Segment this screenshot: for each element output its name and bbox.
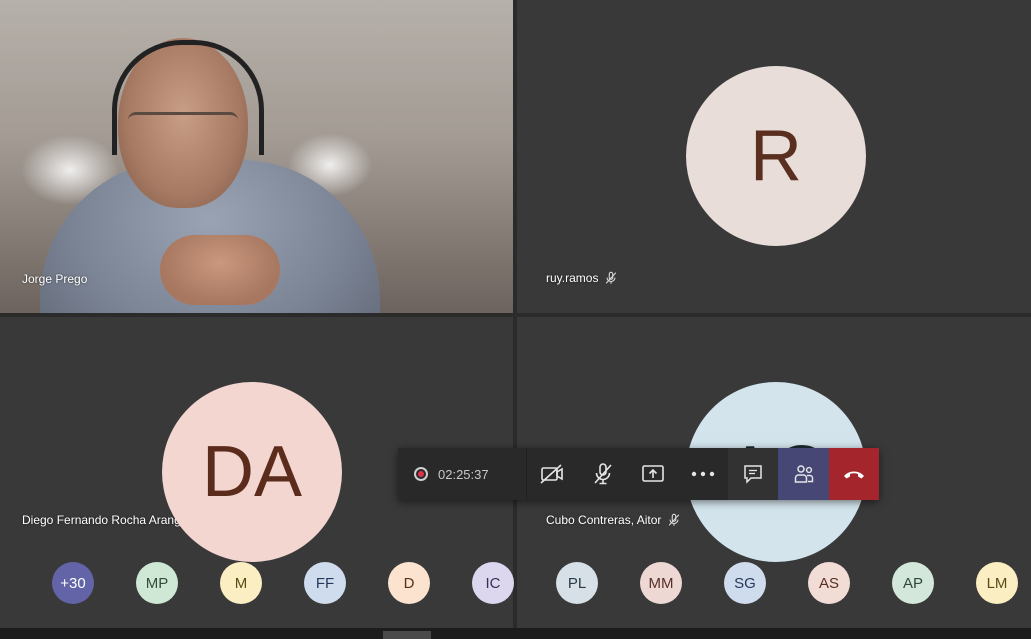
participant-avatar[interactable]: FF xyxy=(304,562,346,604)
participant-avatar[interactable]: SG xyxy=(724,562,766,604)
recording-status: 02:25:37 xyxy=(398,448,528,500)
participants-button[interactable] xyxy=(778,448,829,500)
participant-avatar[interactable]: AS xyxy=(808,562,850,604)
share-tray-icon xyxy=(641,465,664,482)
more-options-button[interactable] xyxy=(678,448,728,500)
participant-avatar[interactable]: MP xyxy=(136,562,178,604)
call-timer: 02:25:37 xyxy=(438,466,489,482)
avatar-diego-rocha: DA xyxy=(162,382,342,562)
participant-name: Cubo Contreras, Aitor xyxy=(546,513,662,527)
mic-toggle-button[interactable] xyxy=(577,448,627,500)
participant-avatar[interactable]: MM xyxy=(640,562,682,604)
participant-name: Diego Fernando Rocha Arango xyxy=(22,513,188,527)
scroll-thumb[interactable] xyxy=(383,631,431,639)
recording-icon xyxy=(414,467,428,481)
participant-name: Jorge Prego xyxy=(22,272,88,286)
bottom-bar xyxy=(0,628,1031,639)
participant-name-label: Cubo Contreras, Aitor xyxy=(546,513,681,527)
participant-name-label: ruy.ramos xyxy=(546,271,618,285)
hang-up-button[interactable] xyxy=(828,448,879,500)
camera-toggle-button[interactable] xyxy=(527,448,577,500)
participant-avatar[interactable]: D xyxy=(388,562,430,604)
mic-off-icon xyxy=(593,463,612,485)
participant-name-label: Jorge Prego xyxy=(22,272,87,286)
mic-off-icon xyxy=(669,513,680,526)
chat-button[interactable] xyxy=(728,448,779,500)
video-tile-jorge-prego[interactable]: Jorge Prego xyxy=(0,0,513,313)
participant-avatar[interactable]: AP xyxy=(892,562,934,604)
chat-icon xyxy=(744,465,763,484)
more-icon xyxy=(691,471,715,477)
mic-off-icon xyxy=(606,271,617,284)
call-controls-bar: 02:25:37 xyxy=(398,448,879,500)
share-screen-button[interactable] xyxy=(628,448,678,500)
people-icon xyxy=(794,465,813,483)
hang-up-icon xyxy=(843,471,864,479)
camera-off-icon xyxy=(540,464,564,484)
participant-avatar[interactable]: PL xyxy=(556,562,598,604)
participant-name: ruy.ramos xyxy=(546,271,599,285)
glasses-shape xyxy=(128,112,238,137)
participant-avatar[interactable]: LM xyxy=(976,562,1018,604)
participant-avatar[interactable]: M xyxy=(220,562,262,604)
more-participants-badge[interactable]: +30 xyxy=(52,562,94,604)
participant-avatar[interactable]: IC xyxy=(472,562,514,604)
avatar-ruy-ramos: R xyxy=(686,66,866,246)
participant-video-hands xyxy=(160,235,280,305)
